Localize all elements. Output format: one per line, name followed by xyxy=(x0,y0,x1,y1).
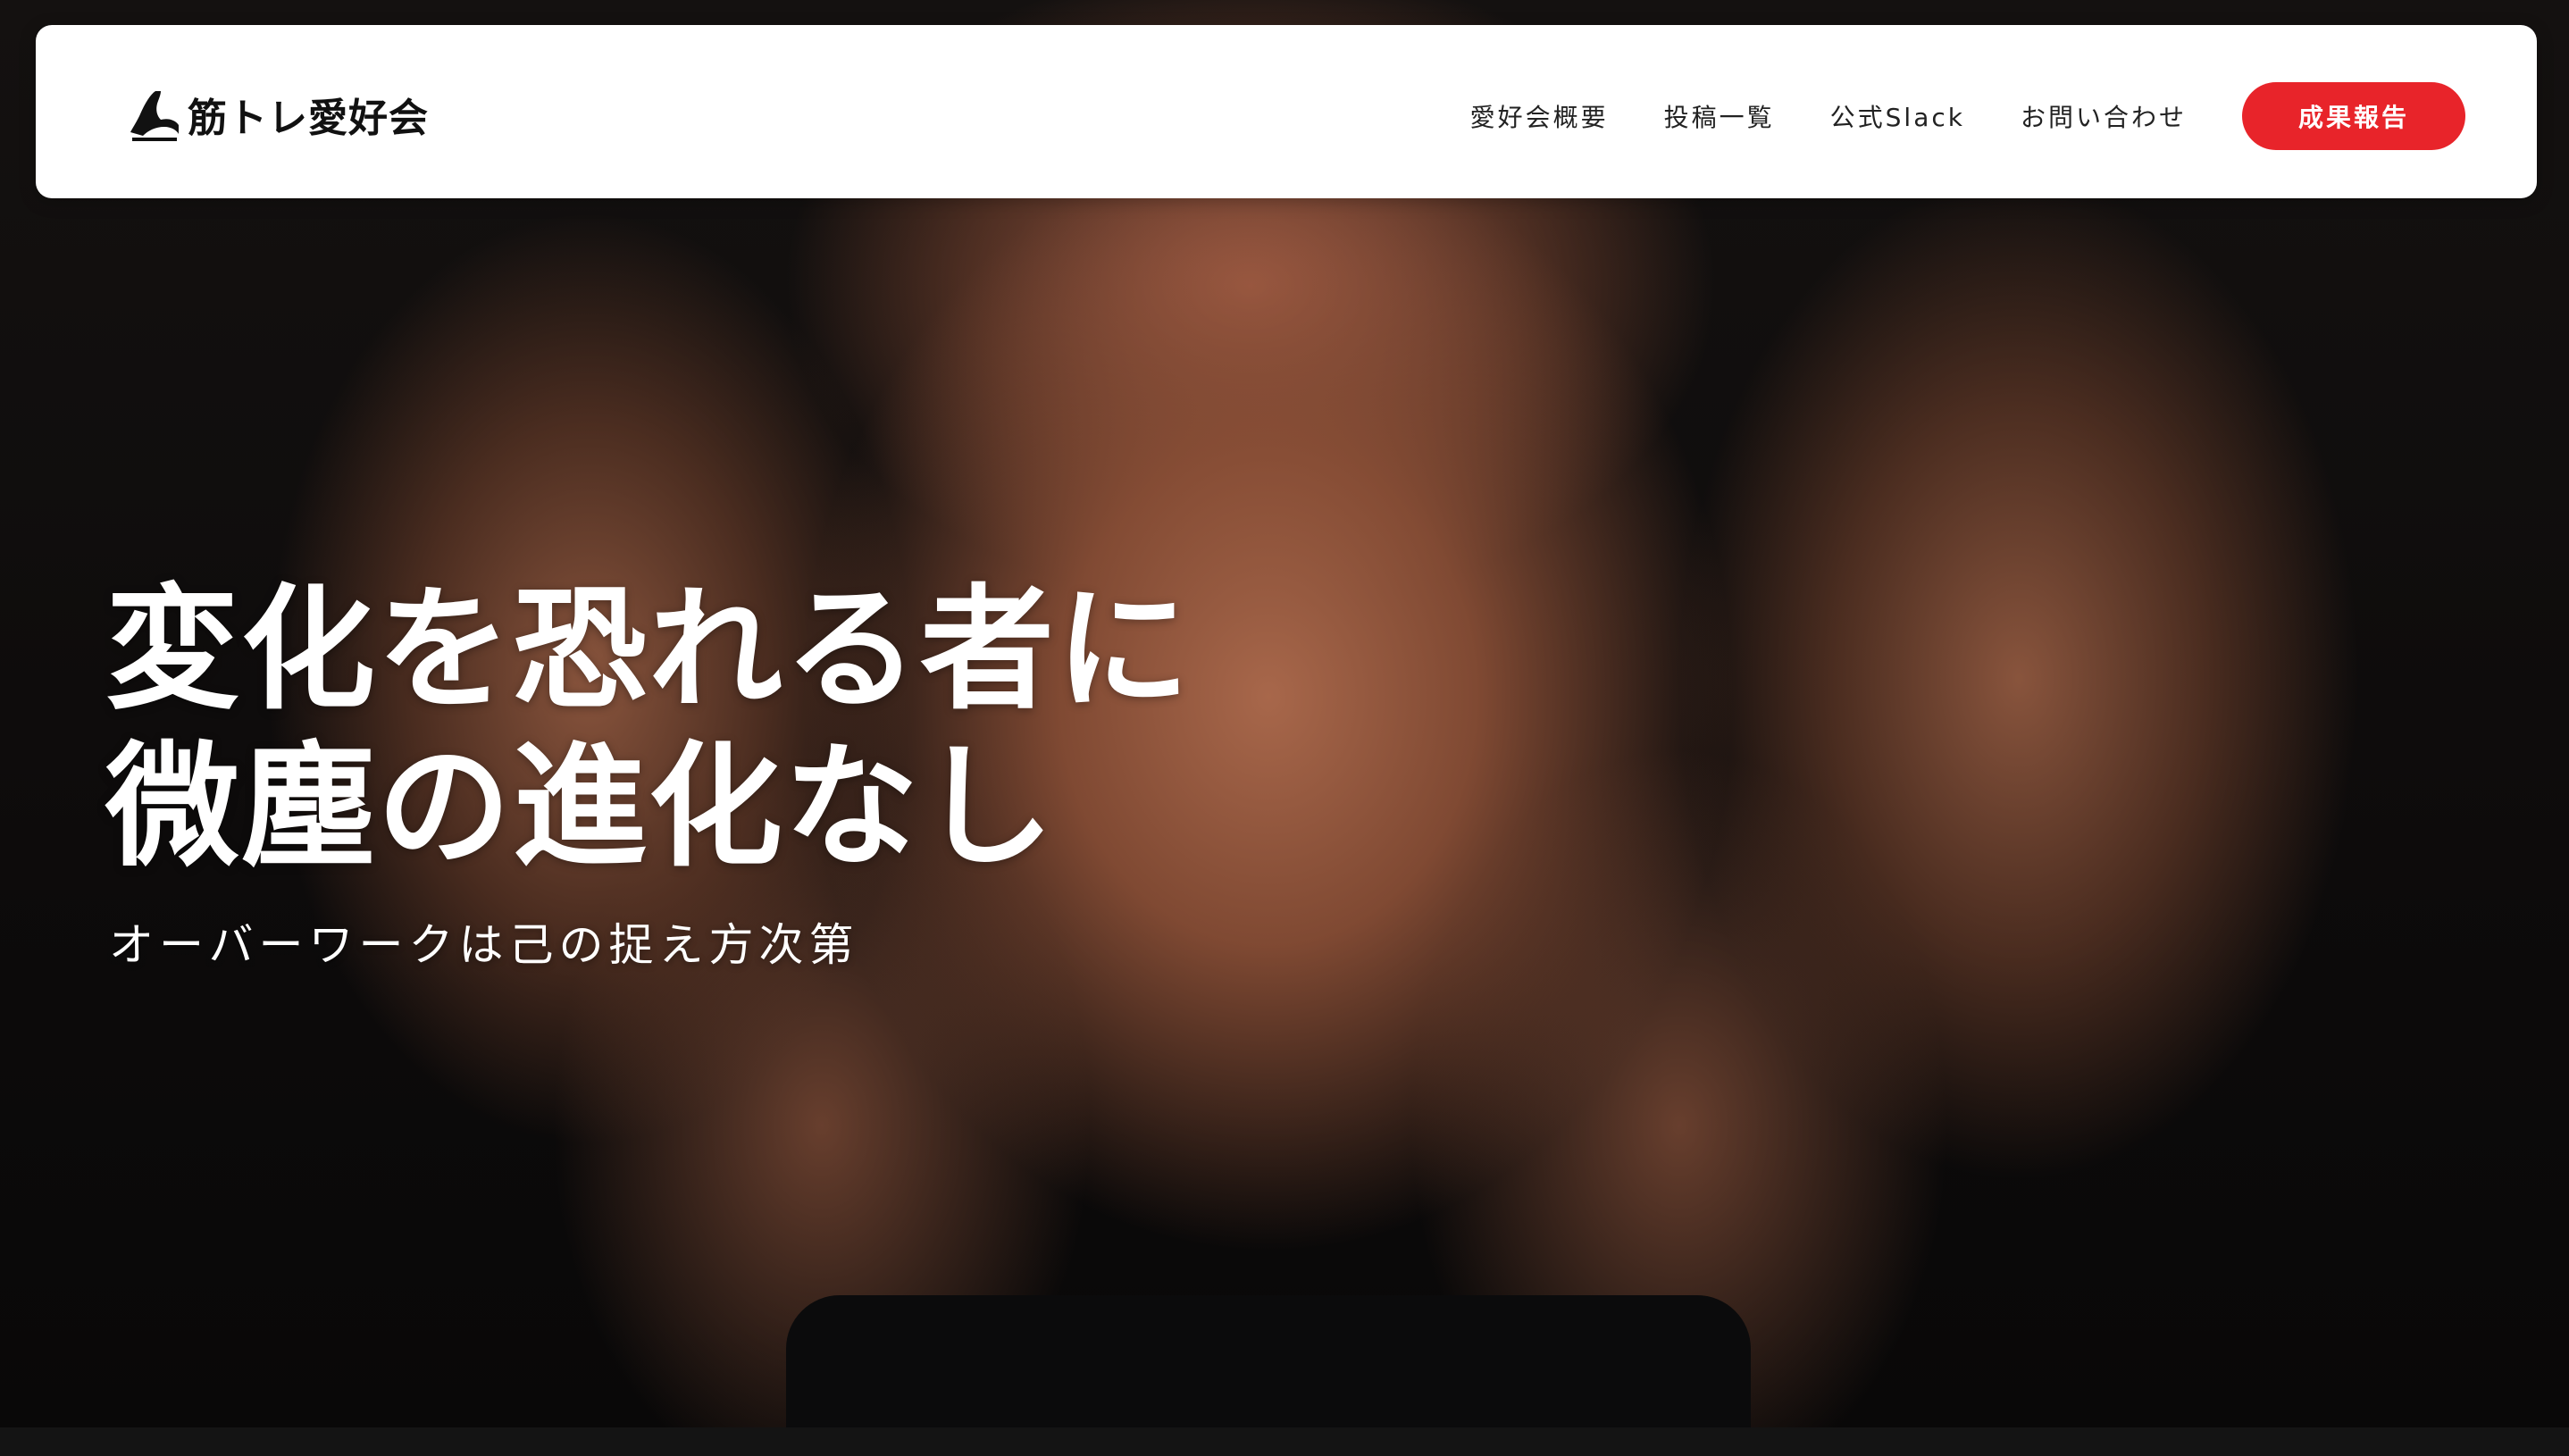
nav-item-posts[interactable]: 投稿一覧 xyxy=(1664,98,1775,134)
site-logo-text: 筋トレ愛好会 xyxy=(188,96,429,141)
site-header: 筋トレ愛好会 愛好会概要 投稿一覧 公式Slack お問い合わせ 成果報告 xyxy=(36,25,2537,198)
hero-headline-line-1: 変化を恐れる者に xyxy=(105,573,1192,728)
flexing-arm-icon xyxy=(130,91,179,141)
page: 筋トレ愛好会 愛好会概要 投稿一覧 公式Slack お問い合わせ 成果報告 変化… xyxy=(0,0,2569,1456)
nav-item-slack[interactable]: 公式Slack xyxy=(1830,98,1965,134)
nav-item-about[interactable]: 愛好会概要 xyxy=(1470,98,1609,134)
report-results-button[interactable]: 成果報告 xyxy=(2242,82,2465,150)
hero-headline: 変化を恐れる者に 微塵の進化なし xyxy=(105,572,1192,886)
bottom-edge-bar xyxy=(0,1427,2569,1456)
main-nav: 愛好会概要 投稿一覧 公式Slack お問い合わせ 成果報告 xyxy=(1470,82,2465,150)
hero-headline-line-2: 微塵の進化なし xyxy=(105,730,1057,885)
hero-copy: 変化を恐れる者に 微塵の進化なし オーバーワークは己の捉え方次第 xyxy=(105,572,1192,974)
hero-subtitle: オーバーワークは己の捉え方次第 xyxy=(109,919,859,971)
hero-image-shorts xyxy=(786,1295,1751,1427)
nav-item-contact[interactable]: お問い合わせ xyxy=(2021,98,2187,134)
site-logo[interactable]: 筋トレ愛好会 xyxy=(125,79,429,150)
